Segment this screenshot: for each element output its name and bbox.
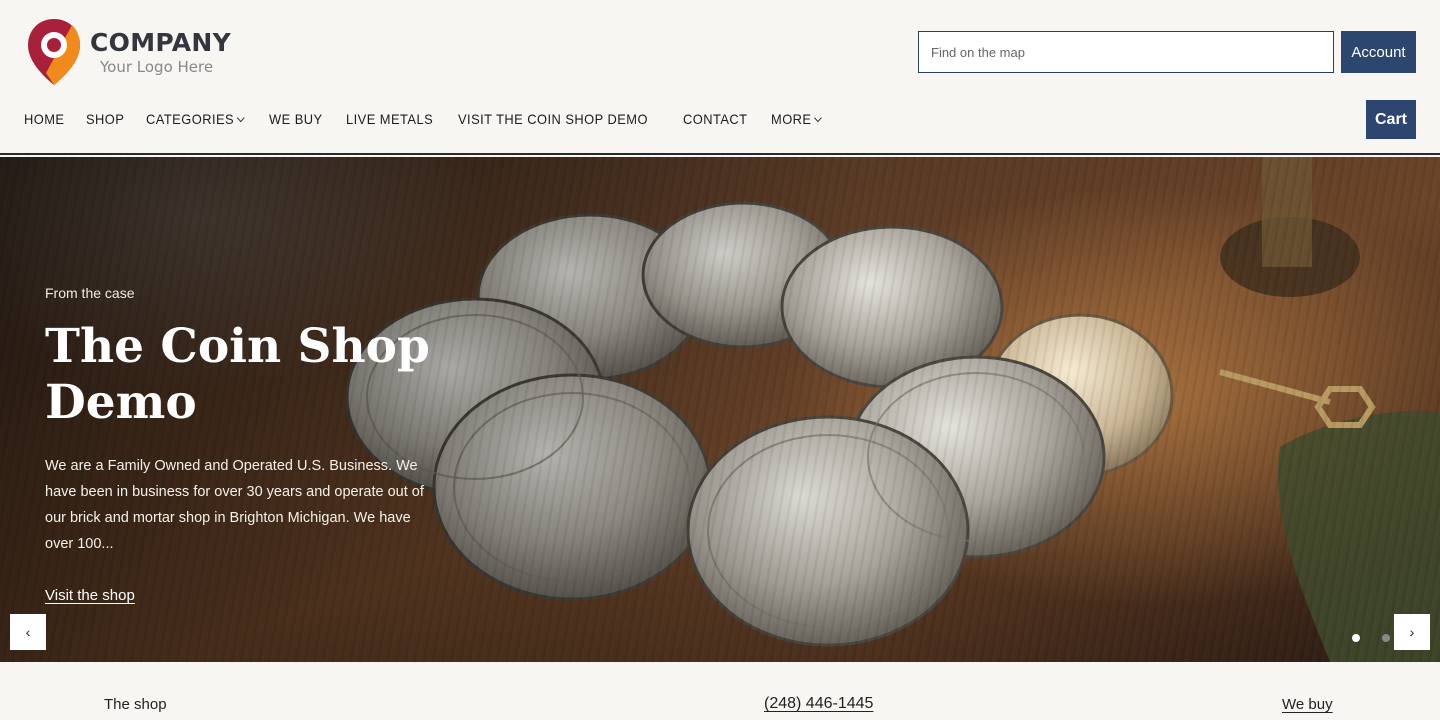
nav-label: WE BUY (269, 111, 324, 127)
hero-slideshow: From the case The Coin Shop Demo We are … (0, 157, 1440, 662)
logo-tagline: Your Logo Here (100, 57, 214, 76)
site-header: COMPANY Your Logo Here Account HOME SHOP… (0, 0, 1440, 155)
nav-label: HOME (24, 111, 65, 127)
nav-label: CATEGORIES (145, 111, 234, 127)
slide-dot-1[interactable] (1352, 634, 1360, 642)
nav-label: LIVE METALS (345, 111, 433, 127)
nav-item-we-buy[interactable]: WE BUY (269, 111, 323, 127)
cart-button[interactable]: Cart (1366, 100, 1416, 139)
map-pin-logo-icon (24, 17, 84, 87)
chevron-right-icon[interactable]: › (1394, 614, 1430, 650)
shop-heading: The shop (104, 696, 167, 713)
we-buy-link[interactable]: We buy (1282, 696, 1333, 713)
slide-dot-2[interactable] (1382, 634, 1390, 642)
nav-item-shop[interactable]: SHOP (86, 111, 124, 127)
company-logo[interactable]: COMPANY Your Logo Here (24, 16, 240, 88)
chevron-down-icon (236, 113, 245, 122)
hero-eyebrow: From the case (45, 285, 135, 301)
hero-title: The Coin Shop Demo (45, 319, 430, 430)
nav-item-coin-shop-demo[interactable]: VISIT THE COIN SHOP DEMO (458, 111, 648, 127)
nav-item-live-metals[interactable]: LIVE METALS (346, 111, 433, 127)
account-button[interactable]: Account (1341, 31, 1416, 73)
visit-shop-link[interactable]: Visit the shop (45, 587, 135, 604)
search-input[interactable] (931, 44, 1333, 60)
nav-label: SHOP (86, 111, 125, 127)
chevron-left-icon[interactable]: ‹ (10, 614, 46, 650)
nav-item-more[interactable]: MORE (771, 111, 822, 127)
main-nav: HOME SHOP CATEGORIES WE BUY LIVE METALS … (24, 111, 843, 127)
phone-link[interactable]: (248) 446-1445 (764, 695, 873, 713)
map-search-field[interactable] (918, 31, 1334, 73)
hero-description: We are a Family Owned and Operated U.S. … (45, 458, 424, 552)
logo-text: COMPANY Your Logo Here (90, 30, 231, 75)
nav-item-contact[interactable]: CONTACT (683, 111, 748, 127)
chevron-down-icon (814, 113, 822, 122)
nav-label: VISIT THE COIN SHOP DEMO (458, 111, 649, 127)
nav-label: CONTACT (682, 111, 748, 127)
nav-item-categories[interactable]: CATEGORIES (145, 111, 245, 127)
logo-title: COMPANY (90, 27, 231, 57)
hero-content: From the case The Coin Shop Demo We are … (45, 285, 445, 605)
nav-label: MORE (771, 111, 812, 127)
nav-item-home[interactable]: HOME (24, 111, 64, 127)
info-strip: The shop (248) 446-1445 We buy (0, 662, 1440, 720)
